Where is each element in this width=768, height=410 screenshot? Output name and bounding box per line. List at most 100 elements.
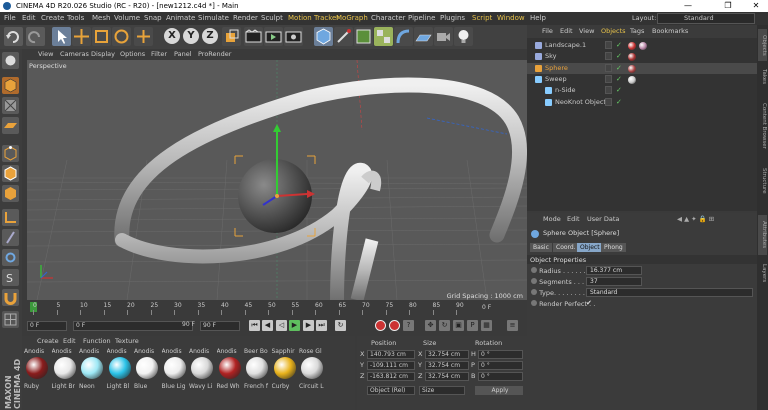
render-perfect-checkbox[interactable]: ✔ <box>586 299 592 307</box>
play-forwards-button[interactable]: ▶ <box>289 320 300 331</box>
points-mode-icon[interactable] <box>2 145 19 162</box>
am-nav-icons[interactable]: ◀ ▲ ✦ 🔒 ⊞ <box>677 213 714 226</box>
enabled-check-icon[interactable]: ✓ <box>616 97 622 108</box>
menu-plugins[interactable]: Plugins <box>440 12 465 25</box>
recent-tools-icon[interactable] <box>134 27 153 46</box>
visibility-toggle[interactable] <box>605 41 612 49</box>
menu-create[interactable]: Create <box>41 12 64 25</box>
redo-icon[interactable] <box>26 27 45 46</box>
material-swatch[interactable]: Anodis Blue <box>134 348 160 394</box>
menu-window[interactable]: Window <box>497 12 525 25</box>
viewport-menu-panel[interactable]: Panel <box>174 49 192 60</box>
menu-edit[interactable]: Edit <box>22 12 36 25</box>
axis-mode-icon[interactable] <box>2 209 19 226</box>
material-swatch[interactable]: Anodis Ruby <box>24 348 50 394</box>
menu-mograph[interactable]: MoGraph <box>336 12 368 25</box>
object-name[interactable]: n-Side <box>555 85 576 96</box>
polygons-mode-icon[interactable] <box>2 185 19 202</box>
object-name[interactable]: Sky <box>545 51 557 62</box>
tab-coord[interactable]: Coord. <box>553 243 579 252</box>
type-select[interactable]: Standard <box>586 288 753 297</box>
camera-object-icon[interactable] <box>434 27 453 46</box>
undo-icon[interactable] <box>4 27 23 46</box>
material-swatch[interactable]: Rose Gl Circuit L <box>299 348 325 394</box>
coordinate-mode-select[interactable]: Object (Rel) <box>367 386 415 395</box>
menu-animate[interactable]: Animate <box>166 12 195 25</box>
visibility-toggle[interactable] <box>605 63 612 72</box>
magnet-snap-icon[interactable] <box>2 289 19 306</box>
om-menu-file[interactable]: File <box>542 25 553 38</box>
timeline-settings-icon[interactable]: ≡ <box>507 320 518 331</box>
material-menu-function[interactable]: Function <box>83 336 111 347</box>
viewport-menu-cameras[interactable]: Cameras <box>60 49 89 60</box>
menu-file[interactable]: File <box>4 12 16 25</box>
position-field[interactable]: -109.111 cm <box>367 361 415 370</box>
material-tag-icon[interactable] <box>628 75 636 84</box>
timeline-ruler[interactable]: 0 F 0 5 10 15 20 25 30 35 40 45 50 55 60 65 70 75 80 85 90 <box>27 300 527 316</box>
tab-phong[interactable]: Phong <box>601 243 626 252</box>
menu-sculpt[interactable]: Sculpt <box>261 12 283 25</box>
material-swatch[interactable]: Anodis Light Br <box>52 348 78 394</box>
object-name[interactable]: NeoKnot Object <box>555 97 606 108</box>
rotation-field[interactable]: 0 ° <box>478 372 523 381</box>
move-tool-icon[interactable] <box>72 27 91 46</box>
position-field[interactable]: 140.793 cm <box>367 350 415 359</box>
model-mode-icon[interactable] <box>2 77 19 94</box>
viewport-menu-prorender[interactable]: ProRender <box>198 49 231 60</box>
menu-mesh[interactable]: Mesh <box>92 12 110 25</box>
object-name[interactable]: Sphere <box>545 63 568 74</box>
subdivision-surface-icon[interactable] <box>354 27 373 46</box>
material-menu-create[interactable]: Create <box>37 336 59 347</box>
coordinate-size-select[interactable]: Size <box>419 386 465 395</box>
enabled-check-icon[interactable]: ✓ <box>616 85 622 96</box>
key-pla-icon[interactable]: ▦ <box>481 320 492 331</box>
select-tool-icon[interactable] <box>52 27 71 46</box>
key-parameter-icon[interactable]: P <box>467 320 478 331</box>
floor-object-icon[interactable] <box>414 27 433 46</box>
am-menu-mode[interactable]: Mode <box>543 213 561 226</box>
enabled-check-icon[interactable]: ✓ <box>616 40 622 51</box>
material-swatch[interactable]: Sapphir Curby <box>272 348 298 394</box>
rotation-field[interactable]: 0 ° <box>478 361 523 370</box>
menu-help[interactable]: Help <box>530 12 546 25</box>
material-menu-texture[interactable]: Texture <box>115 336 139 347</box>
pen-spline-icon[interactable] <box>334 27 353 46</box>
texture-mode-icon[interactable] <box>2 97 19 114</box>
tab-basic[interactable]: Basic <box>530 243 552 252</box>
workplane-mode-icon[interactable] <box>2 117 19 134</box>
z-axis-lock-button[interactable]: Z <box>202 28 218 44</box>
grid-snap-icon[interactable] <box>2 311 19 328</box>
om-menu-view[interactable]: View <box>579 25 594 38</box>
material-swatch[interactable]: Beer Bo French f <box>244 348 270 394</box>
key-position-icon[interactable]: ✥ <box>425 320 436 331</box>
object-row[interactable]: Sky ✓ <box>527 51 757 62</box>
visibility-toggle[interactable] <box>605 52 612 61</box>
object-row[interactable]: Sphere ✓ <box>527 62 757 74</box>
object-row[interactable]: n-Side ✓ <box>527 85 757 96</box>
record-key-button[interactable] <box>375 320 386 331</box>
object-row[interactable]: NeoKnot Object ✓ <box>527 97 757 108</box>
menu-simulate[interactable]: Simulate <box>198 12 229 25</box>
side-tab-objects[interactable]: Objects <box>758 29 767 61</box>
make-editable-icon[interactable] <box>2 52 19 69</box>
scale-tool-icon[interactable] <box>92 27 111 46</box>
next-key-button[interactable]: ▶ <box>303 320 314 331</box>
size-field[interactable]: 32.754 cm <box>425 361 469 370</box>
am-menu-edit[interactable]: Edit <box>567 213 580 226</box>
viewport-menu-filter[interactable]: Filter <box>151 49 167 60</box>
render-settings-icon[interactable] <box>284 27 303 46</box>
array-object-icon[interactable] <box>374 27 393 46</box>
key-scale-icon[interactable]: ▣ <box>453 320 464 331</box>
menu-script[interactable]: Script <box>472 12 492 25</box>
om-menu-edit[interactable]: Edit <box>560 25 573 38</box>
3d-viewport[interactable]: Perspective Grid Spacing : 1000 cm <box>27 60 527 300</box>
tab-object[interactable]: Object <box>577 243 603 252</box>
material-swatch[interactable]: Anodis Light Bl <box>107 348 133 394</box>
tweak-mode-icon[interactable] <box>2 229 19 246</box>
menu-motion-tracker[interactable]: Motion Tracker <box>288 12 339 25</box>
render-view-icon[interactable] <box>244 27 263 46</box>
go-to-end-button[interactable]: ⏭ <box>316 320 327 331</box>
size-field[interactable]: 32.754 cm <box>425 350 469 359</box>
menu-render[interactable]: Render <box>233 12 258 25</box>
menu-character[interactable]: Character <box>371 12 406 25</box>
